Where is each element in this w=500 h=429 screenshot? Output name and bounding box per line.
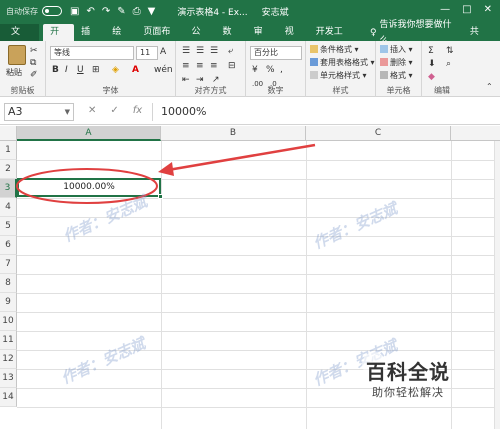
annotation-arrow-shaft [167,143,316,172]
logo-main-text: 百科全说 [366,360,450,384]
site-logo: 百科全说 助你轻松解决 [362,352,496,406]
logo-sub-text: 助你轻松解决 [372,386,444,399]
annotation-arrowhead [158,162,174,176]
